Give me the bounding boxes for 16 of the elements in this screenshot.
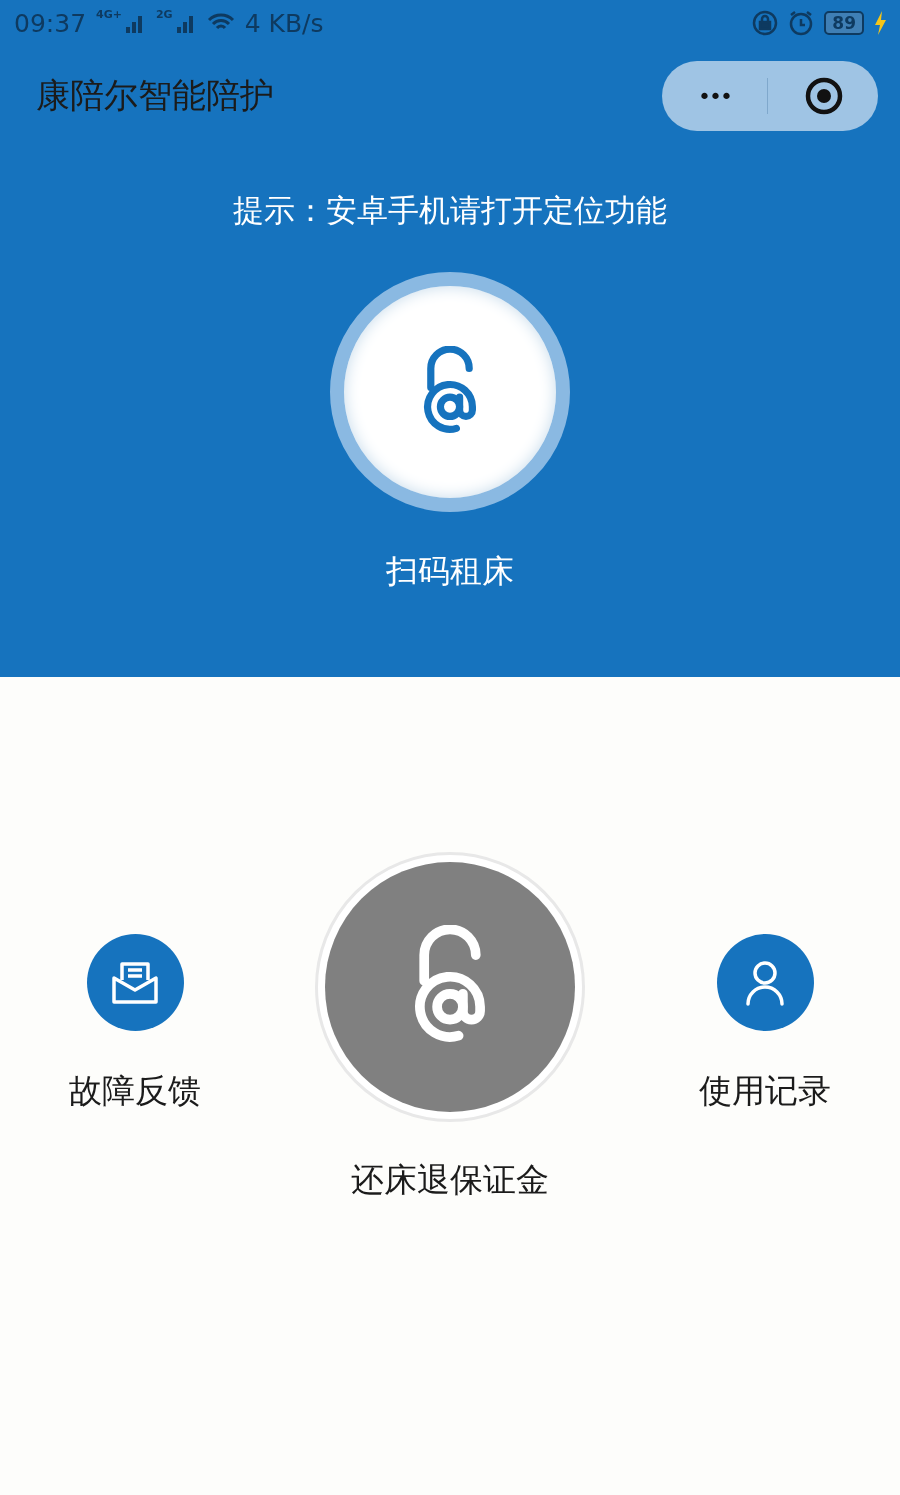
location-hint: 提示：安卓手机请打开定位功能 [233, 191, 667, 230]
network-label: 4G+ [96, 8, 122, 21]
app-title: 康陪尔智能陪护 [36, 74, 274, 117]
feedback-label: 故障反馈 [69, 1070, 201, 1112]
alarm-icon [788, 10, 815, 36]
network-speed: 4 KB/s [244, 8, 324, 38]
return-deposit-label: 还床退保证金 [351, 1159, 549, 1201]
envelope-icon [110, 959, 160, 1006]
battery-level: 89 [824, 11, 864, 35]
network-label: 2G [155, 8, 173, 21]
clock-time: 09:37 [14, 8, 87, 38]
lock-rotation-icon [752, 10, 779, 36]
more-button[interactable]: ••• [662, 61, 767, 131]
records-label: 使用记录 [699, 1070, 831, 1112]
scan-label: 扫码租床 [386, 551, 514, 592]
close-target-icon[interactable] [804, 76, 844, 116]
